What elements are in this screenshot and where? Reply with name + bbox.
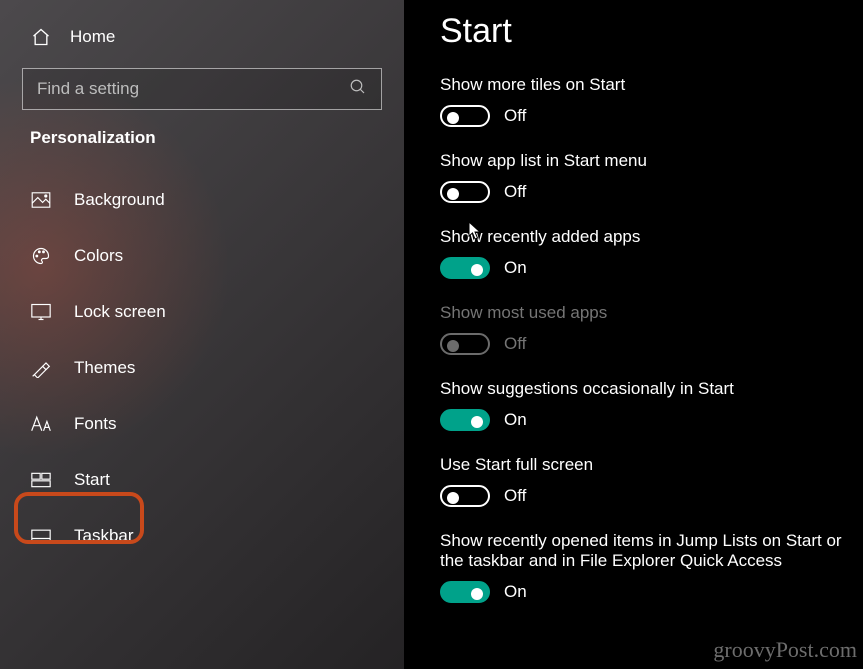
toggle-most-used: [440, 333, 490, 355]
setting-recently-added: Show recently added apps On: [440, 227, 863, 279]
search-icon: [349, 78, 367, 101]
setting-label: Show recently added apps: [440, 227, 863, 247]
toggle-more-tiles[interactable]: [440, 105, 490, 127]
toggle-state: Off: [504, 106, 526, 126]
toggle-state: Off: [504, 182, 526, 202]
colors-icon: [30, 246, 52, 266]
setting-label: Use Start full screen: [440, 455, 863, 475]
setting-suggestions: Show suggestions occasionally in Start O…: [440, 379, 863, 431]
search-input[interactable]: [37, 79, 349, 99]
setting-label: Show suggestions occasionally in Start: [440, 379, 863, 399]
sidebar-item-background[interactable]: Background: [0, 172, 404, 228]
home-icon: [30, 27, 52, 47]
settings-window: Home Personalization Background: [0, 0, 863, 669]
setting-label: Show app list in Start menu: [440, 151, 863, 171]
sidebar-item-taskbar[interactable]: Taskbar: [0, 508, 404, 564]
setting-label: Show recently opened items in Jump Lists…: [440, 531, 860, 571]
sidebar-item-label: Fonts: [74, 414, 117, 434]
watermark: groovyPost.com: [713, 637, 857, 663]
toggle-jump-lists[interactable]: [440, 581, 490, 603]
sidebar-item-themes[interactable]: Themes: [0, 340, 404, 396]
sidebar-item-label: Start: [74, 470, 110, 490]
sidebar-category: Personalization: [0, 128, 404, 148]
setting-label: Show most used apps: [440, 303, 863, 323]
setting-more-tiles: Show more tiles on Start Off: [440, 75, 863, 127]
sidebar-home-label: Home: [70, 27, 115, 47]
sidebar-item-label: Taskbar: [74, 526, 134, 546]
toggle-app-list[interactable]: [440, 181, 490, 203]
sidebar-item-fonts[interactable]: Fonts: [0, 396, 404, 452]
themes-icon: [30, 358, 52, 378]
toggle-state: On: [504, 410, 527, 430]
page-title: Start: [440, 12, 863, 51]
search-container: [0, 68, 404, 110]
sidebar-item-colors[interactable]: Colors: [0, 228, 404, 284]
fonts-icon: [30, 415, 52, 433]
setting-label: Show more tiles on Start: [440, 75, 863, 95]
toggle-state: On: [504, 258, 527, 278]
toggle-state: Off: [504, 334, 526, 354]
taskbar-icon: [30, 529, 52, 543]
setting-most-used: Show most used apps Off: [440, 303, 863, 355]
setting-jump-lists: Show recently opened items in Jump Lists…: [440, 531, 863, 603]
sidebar-item-label: Lock screen: [74, 302, 166, 322]
toggle-recently-added[interactable]: [440, 257, 490, 279]
setting-app-list: Show app list in Start menu Off: [440, 151, 863, 203]
sidebar-item-label: Colors: [74, 246, 123, 266]
toggle-full-screen[interactable]: [440, 485, 490, 507]
search-box[interactable]: [22, 68, 382, 110]
toggle-suggestions[interactable]: [440, 409, 490, 431]
setting-full-screen: Use Start full screen Off: [440, 455, 863, 507]
sidebar-item-lock-screen[interactable]: Lock screen: [0, 284, 404, 340]
sidebar-item-label: Themes: [74, 358, 135, 378]
background-icon: [30, 192, 52, 208]
sidebar-item-label: Background: [74, 190, 165, 210]
lock-screen-icon: [30, 303, 52, 321]
sidebar-item-start[interactable]: Start: [0, 452, 404, 508]
main-panel: Start Show more tiles on Start Off Show …: [404, 0, 863, 669]
sidebar: Home Personalization Background: [0, 0, 404, 669]
start-icon: [30, 472, 52, 488]
toggle-state: On: [504, 582, 527, 602]
toggle-state: Off: [504, 486, 526, 506]
sidebar-home[interactable]: Home: [0, 10, 404, 64]
